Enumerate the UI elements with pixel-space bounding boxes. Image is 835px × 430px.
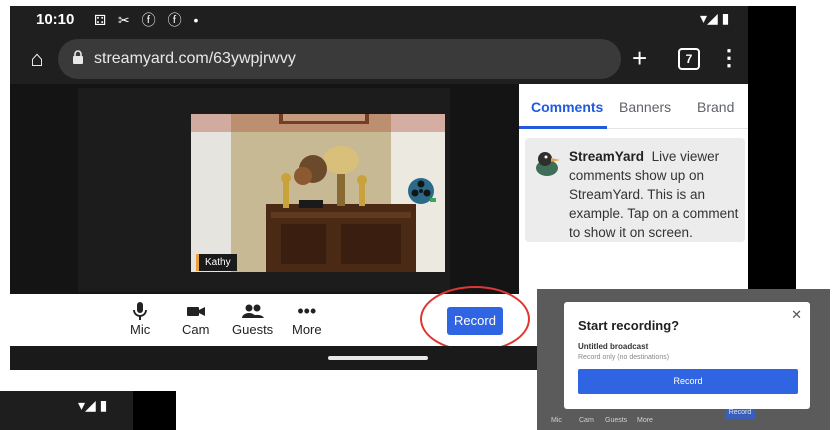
signal-battery-icons: ▾◢ ▮: [78, 397, 108, 413]
dialog-title: Start recording?: [578, 318, 680, 333]
bg-cam-label: Cam: [579, 417, 594, 424]
participant-name-tag: Kathy: [196, 254, 237, 271]
cam-button[interactable]: Cam: [182, 300, 209, 337]
home-icon[interactable]: ⌂: [24, 46, 50, 72]
url-text: streamyard.com/63ywpjrwvy: [94, 50, 296, 67]
tab-comments[interactable]: Comments: [531, 99, 603, 115]
tab-switcher-button[interactable]: 7: [678, 48, 700, 70]
broadcast-stage: Kathy: [10, 84, 519, 294]
more-label: More: [292, 322, 322, 337]
comment-body: StreamYard Live viewer comments show up …: [569, 147, 741, 242]
lock-icon: [73, 50, 83, 64]
dialog-record-button[interactable]: Record: [578, 369, 798, 394]
stage-canvas: Kathy: [78, 88, 450, 292]
guests-label: Guests: [232, 322, 274, 337]
close-icon[interactable]: ✕: [791, 307, 802, 323]
browser-toolbar: ⌂ streamyard.com/63ywpjrwvy + 7 ⋮: [10, 34, 748, 84]
start-recording-inset: Mic Cam Guests More Record ✕ Start recor…: [537, 289, 830, 430]
tab-brand[interactable]: Brand: [697, 99, 734, 115]
more-button[interactable]: ••• More: [292, 300, 322, 337]
start-recording-dialog: ✕ Start recording? Untitled broadcast Re…: [564, 302, 810, 409]
bg-more-label: More: [637, 417, 653, 424]
guests-button[interactable]: Guests: [232, 300, 273, 337]
screen-margin: [133, 391, 176, 430]
camera-icon: [186, 307, 205, 316]
mic-label: Mic: [130, 322, 151, 337]
address-bar[interactable]: streamyard.com/63ywpjrwvy: [58, 39, 621, 79]
highlight-circle: [420, 286, 530, 352]
streamyard-duck-avatar: [536, 152, 560, 176]
guests-icon: [241, 304, 264, 318]
mic-button[interactable]: Mic: [130, 300, 150, 337]
bg-guests-label: Guests: [605, 417, 628, 424]
film-reel-icon: [408, 178, 436, 204]
more-dots-icon: •••: [297, 301, 317, 321]
new-tab-icon[interactable]: +: [632, 43, 647, 73]
dialog-subtitle: Record only (no destinations): [578, 354, 670, 361]
cam-label: Cam: [182, 322, 210, 337]
comment-author: StreamYard: [569, 149, 645, 164]
comment-card[interactable]: StreamYard Live viewer comments show up …: [525, 138, 745, 242]
notification-icons: ⚃ ✂ ⓕ ⓕ •: [94, 12, 203, 28]
overflow-menu-icon[interactable]: ⋮: [718, 43, 740, 73]
microphone-icon: [133, 302, 148, 320]
broadcast-name: Untitled broadcast: [578, 342, 649, 351]
active-tab-indicator: [519, 126, 607, 129]
gesture-handle[interactable]: [328, 356, 428, 360]
side-panel: Comments Banners Brand StreamYard Live v…: [519, 84, 748, 294]
status-bar: 10:10 ⚃ ✂ ⓕ ⓕ • ▾◢ ▮: [10, 6, 748, 34]
tab-banners[interactable]: Banners: [619, 99, 671, 115]
panel-tabs: Comments Banners Brand: [519, 84, 748, 129]
signal-battery-icons: ▾◢ ▮: [700, 10, 730, 26]
bg-mic-label: Mic: [551, 417, 562, 424]
status-time: 10:10: [36, 11, 75, 28]
